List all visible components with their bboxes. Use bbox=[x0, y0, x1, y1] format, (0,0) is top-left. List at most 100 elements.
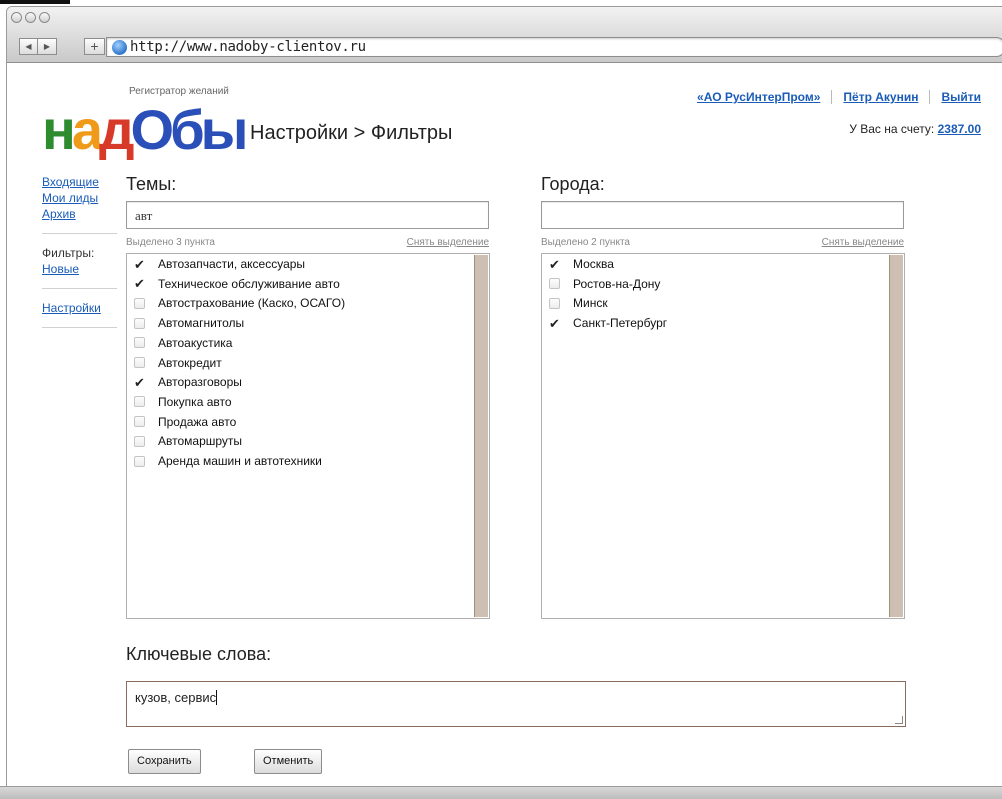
balance-value-link[interactable]: 2387.00 bbox=[938, 122, 981, 136]
cities-list-item[interactable]: Ростов-на-Дону bbox=[549, 277, 660, 291]
topics-clear-wrapper: Снять выделение bbox=[396, 237, 489, 248]
status-bar bbox=[0, 786, 1002, 799]
cities-list-item[interactable]: Минск bbox=[549, 296, 608, 310]
unchecked-checkbox-icon[interactable] bbox=[134, 455, 145, 467]
topics-list-item[interactable]: Автомаршруты bbox=[134, 434, 242, 448]
cities-item-label: Минск bbox=[573, 296, 608, 311]
unchecked-checkbox-icon[interactable] bbox=[134, 396, 145, 408]
topics-list-item[interactable]: ✔ Авторазговоры bbox=[134, 375, 242, 389]
history-nav: ◀ ▶ bbox=[19, 38, 57, 55]
topics-title: Темы: bbox=[126, 174, 177, 194]
unchecked-checkbox-icon[interactable] bbox=[134, 435, 145, 447]
cities-clear-selection-link[interactable]: Снять выделение bbox=[822, 237, 904, 248]
cities-selected-count: Выделено 2 пункта bbox=[541, 237, 630, 248]
topics-list-item[interactable]: Аренда машин и автотехники bbox=[134, 454, 322, 468]
checked-checkbox-icon[interactable]: ✔ bbox=[134, 277, 145, 290]
topics-item-label: Продажа авто bbox=[158, 414, 237, 429]
topics-clear-selection-link[interactable]: Снять выделение bbox=[407, 237, 489, 248]
topics-list-item[interactable]: Покупка авто bbox=[134, 395, 232, 409]
balance-label: У Вас на счету: bbox=[849, 122, 935, 136]
sidebar-item-new-filter[interactable]: Новые bbox=[42, 261, 117, 277]
unchecked-checkbox-icon[interactable] bbox=[134, 337, 145, 349]
topics-list-item[interactable]: ✔ Техническое обслуживание авто bbox=[134, 277, 340, 291]
cancel-button[interactable]: Отменить bbox=[254, 749, 323, 774]
cities-title: Города: bbox=[541, 174, 605, 194]
add-bookmark-button[interactable]: + bbox=[84, 38, 105, 55]
keywords-title: Ключевые слова: bbox=[126, 644, 272, 664]
logo-letter: бы bbox=[170, 98, 248, 161]
topics-item-label: Покупка авто bbox=[158, 394, 232, 409]
cities-item-label: Москва bbox=[573, 257, 614, 271]
breadcrumb: Настройки > Фильтры bbox=[250, 122, 453, 144]
zoom-window-button[interactable] bbox=[39, 12, 50, 23]
sidebar-item-inbox[interactable]: Входящие bbox=[42, 174, 117, 190]
unchecked-checkbox-icon[interactable] bbox=[134, 416, 145, 428]
page-content: Регистратор желаний надОбы Настройки > Ф… bbox=[7, 64, 1002, 794]
keywords-value: кузов, сервис bbox=[135, 690, 217, 705]
keywords-textarea[interactable]: кузов, сервис bbox=[126, 681, 906, 727]
topics-list-item[interactable]: Продажа авто bbox=[134, 415, 236, 429]
text-caret bbox=[216, 690, 218, 705]
sidebar: Входящие Мои лиды Архив Фильтры: Новые Н… bbox=[42, 174, 117, 339]
topics-selected-count: Выделено 3 пункта bbox=[126, 237, 215, 248]
topics-scrollbar[interactable] bbox=[474, 255, 488, 617]
topics-item-label: Автомаршруты bbox=[158, 434, 243, 449]
browser-titlebar: ◀ ▶ + http://www.nadoby-clientov.ru bbox=[7, 7, 1002, 63]
cities-search-input[interactable] bbox=[541, 201, 904, 229]
checked-checkbox-icon[interactable]: ✔ bbox=[134, 258, 145, 271]
topics-list-item[interactable]: Автоакустика bbox=[134, 336, 232, 350]
logo-letter: О bbox=[130, 98, 175, 161]
topics-list-item[interactable]: Автострахование (Каско, ОСАГО) bbox=[134, 296, 345, 310]
header-links: «АО РусИнтерПром» Пётр Акунин Выйти bbox=[686, 90, 981, 104]
sidebar-item-settings[interactable]: Настройки bbox=[42, 300, 117, 316]
resize-grip-icon[interactable] bbox=[895, 716, 903, 724]
cities-listbox[interactable]: ✔ Москва Ростов-на-Дону Минск ✔ Санкт-Петербу… bbox=[541, 253, 905, 619]
logo-tagline: Регистратор желаний bbox=[129, 86, 229, 97]
cities-clear-wrapper: Снять выделение bbox=[811, 237, 904, 248]
topics-item-label: Автомагнитолы bbox=[158, 316, 245, 331]
back-button[interactable]: ◀ bbox=[19, 38, 38, 55]
unchecked-checkbox-icon[interactable] bbox=[549, 278, 560, 290]
topics-list-item[interactable]: Автокредит bbox=[134, 356, 222, 370]
checked-checkbox-icon[interactable]: ✔ bbox=[549, 317, 560, 330]
logo-letter: д bbox=[98, 98, 134, 161]
logo-letter: а bbox=[71, 98, 103, 161]
save-button[interactable]: Сохранить bbox=[128, 749, 201, 774]
logo-wordmark: надОбы bbox=[42, 98, 249, 161]
sidebar-divider bbox=[42, 233, 117, 234]
cities-item-label: Санкт-Петербург bbox=[573, 316, 668, 331]
topics-listbox[interactable]: ✔ Автозапчасти, аксессуары ✔ Техническое об… bbox=[126, 253, 490, 619]
close-window-button[interactable] bbox=[11, 12, 22, 23]
unchecked-checkbox-icon[interactable] bbox=[134, 357, 145, 368]
topics-list-item[interactable]: ✔ Автозапчасти, аксессуары bbox=[134, 257, 305, 271]
cities-scrollbar[interactable] bbox=[889, 255, 903, 617]
cities-list-item[interactable]: ✔ Санкт-Петербург bbox=[549, 316, 667, 330]
unchecked-checkbox-icon[interactable] bbox=[549, 297, 560, 309]
minimize-window-button[interactable] bbox=[25, 12, 36, 23]
topics-item-label: Авторазговоры bbox=[158, 375, 242, 390]
forward-button[interactable]: ▶ bbox=[38, 38, 57, 55]
topics-item-label: Автострахование (Каско, ОСАГО) bbox=[158, 296, 346, 311]
topics-list-item[interactable]: Автомагнитолы bbox=[134, 316, 244, 330]
topics-item-label: Автокредит bbox=[158, 355, 222, 370]
unchecked-checkbox-icon[interactable] bbox=[134, 317, 145, 329]
cities-list-item[interactable]: ✔ Москва bbox=[549, 257, 614, 271]
user-profile-link[interactable]: Пётр Акунин bbox=[831, 90, 929, 104]
checked-checkbox-icon[interactable]: ✔ bbox=[134, 376, 145, 389]
address-bar[interactable]: http://www.nadoby-clientov.ru bbox=[106, 37, 1002, 57]
checked-checkbox-icon[interactable]: ✔ bbox=[549, 258, 560, 271]
topics-item-label: Автозапчасти, аксессуары bbox=[158, 257, 306, 271]
sidebar-item-my-leads[interactable]: Мои лиды bbox=[42, 190, 117, 206]
sidebar-filters-label: Фильтры: bbox=[42, 246, 95, 260]
cropped-text-fragment bbox=[0, 0, 70, 4]
unchecked-checkbox-icon[interactable] bbox=[134, 297, 145, 309]
topics-item-label: Аренда машин и автотехники bbox=[158, 454, 322, 468]
cities-item-label: Ростов-на-Дону bbox=[573, 276, 661, 291]
window-controls bbox=[11, 12, 50, 23]
sidebar-divider bbox=[42, 327, 117, 328]
company-link[interactable]: «АО РусИнтерПром» bbox=[686, 90, 831, 104]
logout-link[interactable]: Выйти bbox=[929, 90, 981, 104]
sidebar-item-archive[interactable]: Архив bbox=[42, 206, 117, 222]
topics-item-label: Автоакустика bbox=[158, 335, 233, 350]
topics-search-input[interactable]: авт bbox=[126, 201, 489, 229]
